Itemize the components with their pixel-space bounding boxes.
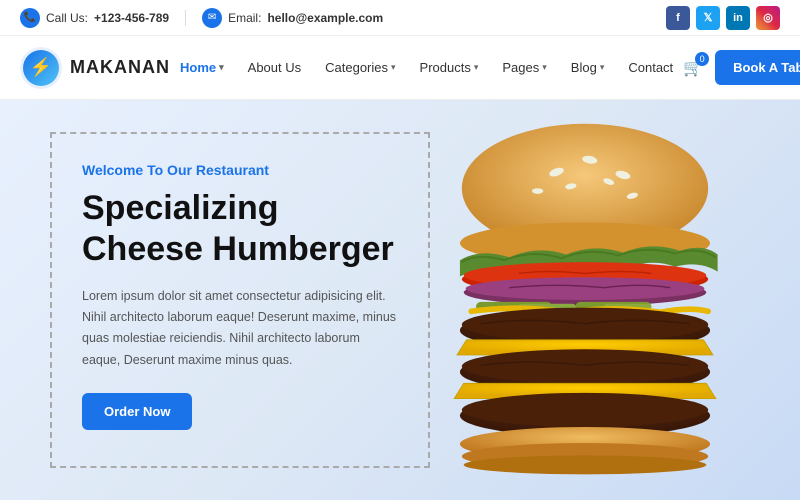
order-now-button[interactable]: Order Now: [82, 393, 192, 430]
cart-badge: 0: [695, 52, 709, 66]
top-bar-contacts: 📞 Call Us: +123-456-789 ✉ Email: hello@e…: [20, 8, 383, 28]
hero-burger-image: [400, 115, 770, 485]
call-label: Call Us:: [46, 11, 88, 25]
logo[interactable]: ⚡ MAKANAN: [20, 47, 170, 89]
nav-home-label: Home: [180, 60, 216, 75]
email-icon: ✉: [202, 8, 222, 28]
logo-bolt: ⚡: [23, 50, 59, 86]
book-table-button[interactable]: Book A Table: [715, 50, 800, 85]
call-number[interactable]: +123-456-789: [94, 11, 169, 25]
nav-categories[interactable]: Categories ▾: [315, 52, 405, 83]
nav-contact[interactable]: Contact: [618, 52, 683, 83]
nav-right: 🛒 0 Book A Table: [683, 50, 800, 85]
hero-subtitle: Welcome To Our Restaurant: [82, 162, 398, 178]
top-bar: 📞 Call Us: +123-456-789 ✉ Email: hello@e…: [0, 0, 800, 36]
navbar: ⚡ MAKANAN Home ▾ About Us Categories ▾ P…: [0, 36, 800, 100]
phone-contact: 📞 Call Us: +123-456-789: [20, 8, 169, 28]
phone-icon: 📞: [20, 8, 40, 28]
social-links: f 𝕏 in ◎: [666, 6, 780, 30]
email-contact: ✉ Email: hello@example.com: [202, 8, 383, 28]
chevron-down-icon: ▾: [391, 62, 396, 73]
email-label: Email:: [228, 11, 261, 25]
twitter-icon[interactable]: 𝕏: [696, 6, 720, 30]
chevron-down-icon: ▾: [474, 62, 479, 73]
nav-contact-label: Contact: [628, 60, 673, 75]
nav-about[interactable]: About Us: [238, 52, 311, 83]
hero-border-box: Welcome To Our Restaurant Specializing C…: [50, 132, 430, 468]
chevron-down-icon: ▾: [542, 62, 547, 73]
hero-title: Specializing Cheese Humberger: [82, 188, 398, 270]
chevron-down-icon: ▾: [219, 62, 224, 73]
nav-pages[interactable]: Pages ▾: [492, 52, 556, 83]
linkedin-icon[interactable]: in: [726, 6, 750, 30]
hero-content: Welcome To Our Restaurant Specializing C…: [50, 132, 430, 468]
nav-categories-label: Categories: [325, 60, 388, 75]
instagram-icon[interactable]: ◎: [756, 6, 780, 30]
divider: [185, 10, 186, 26]
nav-about-label: About Us: [248, 60, 301, 75]
chevron-down-icon: ▾: [600, 62, 605, 73]
cart-icon[interactable]: 🛒 0: [683, 58, 703, 78]
nav-blog[interactable]: Blog ▾: [561, 52, 615, 83]
facebook-icon[interactable]: f: [666, 6, 690, 30]
nav-home[interactable]: Home ▾: [170, 52, 234, 83]
nav-blog-label: Blog: [571, 60, 597, 75]
nav-products[interactable]: Products ▾: [410, 52, 489, 83]
nav-pages-label: Pages: [502, 60, 539, 75]
nav-products-label: Products: [420, 60, 471, 75]
nav-links: Home ▾ About Us Categories ▾ Products ▾ …: [170, 52, 683, 83]
logo-icon: ⚡: [20, 47, 62, 89]
burger-svg: [415, 120, 755, 480]
email-value[interactable]: hello@example.com: [267, 11, 383, 25]
hero-description: Lorem ipsum dolor sit amet consectetur a…: [82, 286, 398, 371]
hero-section: Welcome To Our Restaurant Specializing C…: [0, 100, 800, 500]
logo-text: MAKANAN: [70, 57, 170, 78]
